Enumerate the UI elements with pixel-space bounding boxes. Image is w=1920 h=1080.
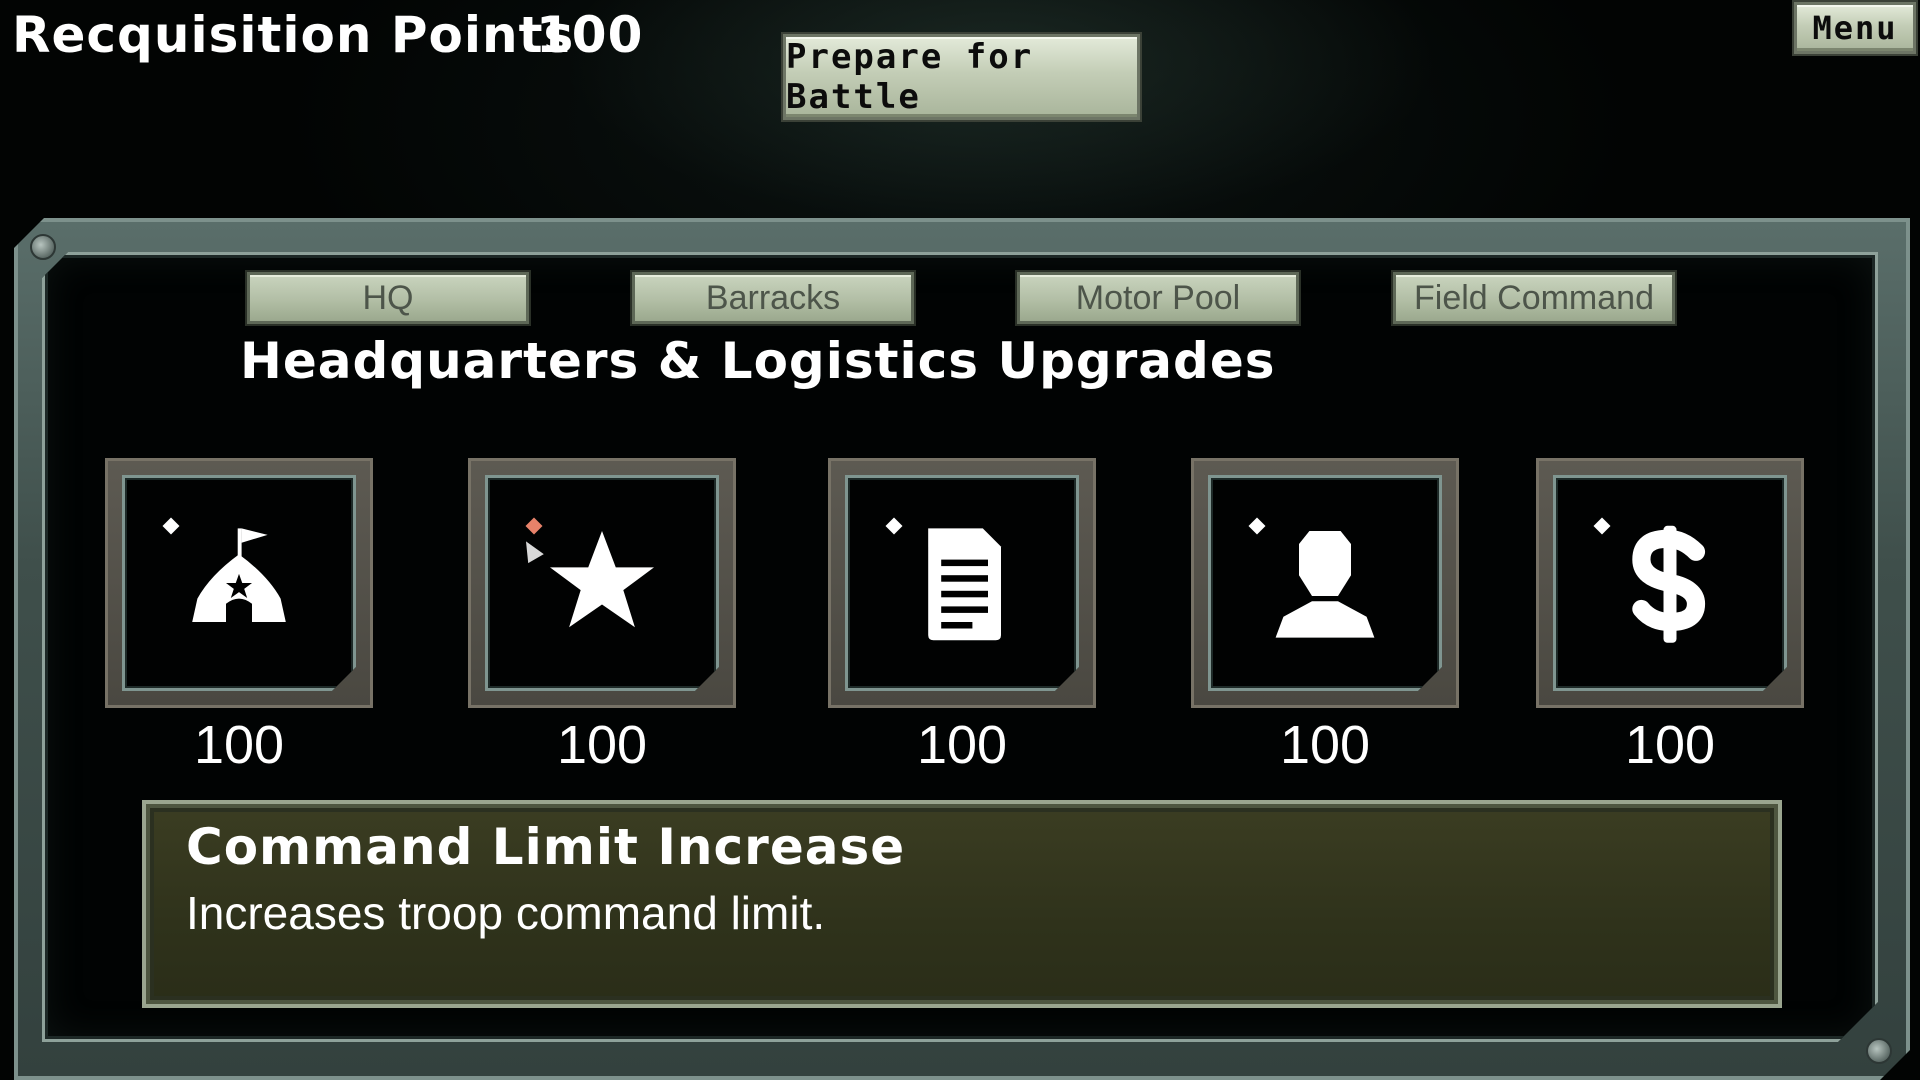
hq-tent-icon <box>174 518 304 648</box>
upgrade-card-document[interactable] <box>828 458 1096 708</box>
rivet-bottom-right <box>1866 1038 1892 1064</box>
section-title: Headquarters & Logistics Upgrades <box>240 332 1276 390</box>
upgrade-cost: 100 <box>1279 715 1371 775</box>
requisition-points-label: Recquisition Points <box>12 6 575 64</box>
upgrade-cost: 100 <box>1624 715 1716 775</box>
upgrade-cost: 100 <box>556 715 648 775</box>
upgrade-description-text: Increases troop command limit. <box>186 887 826 939</box>
upgrade-description-title: Command Limit Increase <box>186 818 906 876</box>
upgrade-card-person[interactable] <box>1191 458 1459 708</box>
person-icon <box>1260 518 1390 648</box>
upgrade-card-inner <box>845 475 1079 691</box>
upgrade-cost: 100 <box>193 715 285 775</box>
requisition-points-value: 100 <box>536 6 644 64</box>
tab-barracks[interactable]: Barracks <box>632 272 914 324</box>
upgrade-card-dollar[interactable] <box>1536 458 1804 708</box>
upgrade-card-inner <box>485 475 719 691</box>
star-icon <box>537 518 667 648</box>
rivet-top-left <box>30 234 56 260</box>
dollar-icon <box>1605 518 1735 648</box>
upgrade-description-panel: Command Limit Increase Increases troop c… <box>142 800 1782 1008</box>
document-icon <box>897 518 1027 648</box>
menu-button[interactable]: Menu <box>1794 2 1916 54</box>
prepare-for-battle-button[interactable]: Prepare for Battle <box>783 34 1140 120</box>
upgrade-card-inner <box>1208 475 1442 691</box>
tab-field-command[interactable]: Field Command <box>1393 272 1675 324</box>
tab-motor-pool[interactable]: Motor Pool <box>1017 272 1299 324</box>
upgrade-card-inner <box>1553 475 1787 691</box>
upgrade-card-star[interactable] <box>468 458 736 708</box>
upgrade-card-hq[interactable] <box>105 458 373 708</box>
tab-hq[interactable]: HQ <box>247 272 529 324</box>
upgrade-card-inner <box>122 475 356 691</box>
upgrade-cost: 100 <box>916 715 1008 775</box>
